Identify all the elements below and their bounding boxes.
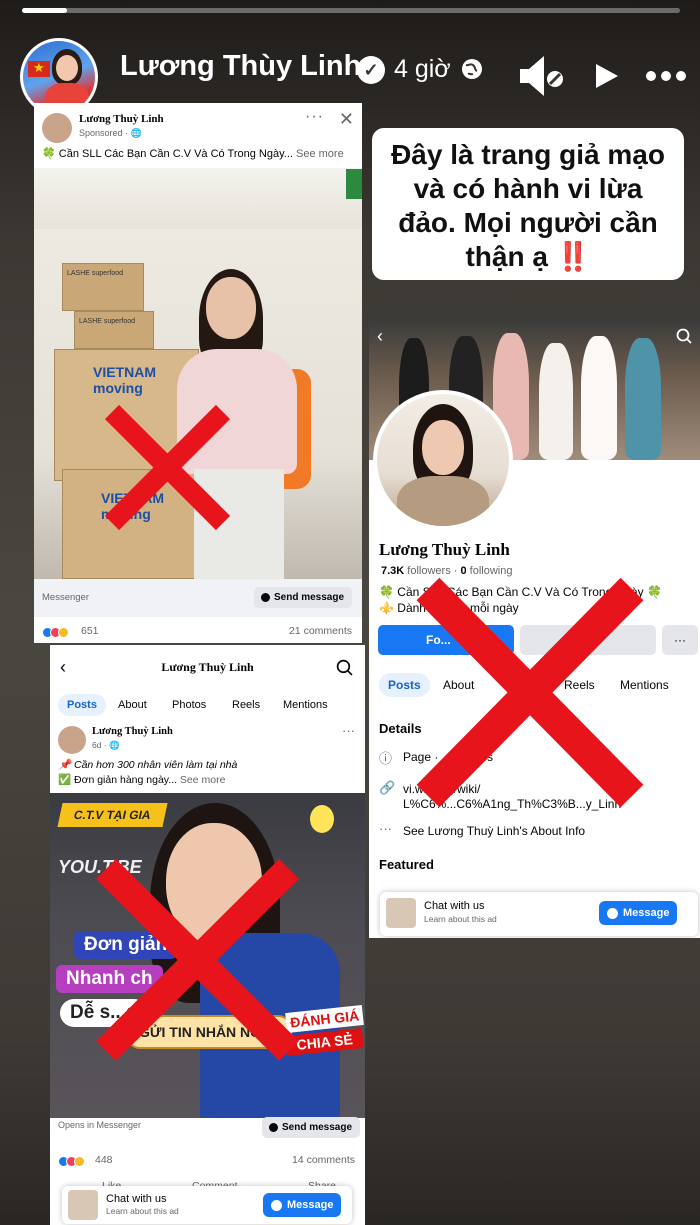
send-message-button: Send message — [262, 1117, 361, 1138]
sponsored-label: Sponsored · 🌐 — [79, 128, 142, 138]
post-meta: 6d · 🌐 — [92, 740, 120, 750]
warning-line-3: đảo. Mọi người cần — [398, 207, 658, 238]
tab-photos: Photos — [172, 699, 207, 711]
fake-ad-screenshot: Lương Thuỳ Linh Sponsored · 🌐 ··· ✕ 🍀 Cầ… — [34, 103, 362, 643]
search-icon — [676, 328, 692, 344]
reaction-icons — [58, 1154, 85, 1167]
more-options-icon[interactable] — [645, 70, 687, 82]
mute-icon[interactable] — [520, 52, 566, 100]
opens-in-messenger: Opens in Messenger — [58, 1120, 142, 1130]
tab-reels: Reels — [232, 699, 261, 711]
page-avatar — [42, 113, 72, 143]
reaction-icons — [42, 625, 69, 638]
comment-count: 14 comments — [291, 1154, 355, 1166]
tab-about: About — [118, 699, 147, 711]
ctv-banner: C.T.V TẠI GIA — [57, 803, 168, 827]
more-icon: ··· — [342, 723, 355, 738]
red-x-mark-icon — [104, 404, 231, 531]
chat-subtitle: Learn about this ad — [106, 1206, 179, 1216]
more-icon: ··· — [305, 108, 324, 125]
tab-posts: Posts — [58, 694, 106, 716]
chat-with-us-bar: Chat with us Learn about this ad Message — [380, 892, 698, 936]
post-author-avatar — [58, 726, 86, 754]
warning-text-bubble: Đây là trang giả mạo và có hành vi lừa đ… — [372, 128, 684, 280]
ad-thumbnail — [386, 898, 416, 928]
profile-picture — [373, 390, 513, 530]
story-time: 4 giờ — [394, 55, 451, 83]
chat-title: Chat with us — [106, 1193, 167, 1205]
post-page-title: Lương Thuỳ Linh — [161, 660, 254, 674]
page-name: Lương Thuỳ Linh — [79, 113, 164, 125]
search-icon — [336, 659, 353, 676]
chat-with-us-bar: Chat with us Learn about this ad Message — [62, 1186, 352, 1224]
more-dots-icon: ··· — [379, 821, 392, 836]
message-button: Message — [263, 1193, 342, 1217]
send-message-button: Send message — [254, 587, 353, 608]
play-icon[interactable] — [594, 62, 620, 90]
exit-sign — [346, 169, 362, 199]
post-line-1: 📌 Cần hơn 300 nhân viên làm tại nhà — [58, 759, 238, 771]
chat-title: Chat with us — [424, 900, 485, 912]
tab-mentions: Mentions — [283, 699, 328, 711]
author-name[interactable]: Lương Thùy Linh — [120, 50, 361, 83]
back-icon: ‹ — [377, 326, 383, 346]
message-button: Message — [599, 901, 678, 925]
info-icon: ⓘ — [379, 751, 393, 766]
warning-line-1: Đây là trang giả mạo — [391, 139, 665, 170]
verified-badge-icon: ✓ — [357, 56, 385, 84]
close-icon: ✕ — [338, 109, 354, 129]
red-x-mark-icon — [416, 577, 644, 808]
featured-heading: Featured — [379, 857, 434, 872]
post-line-2: ✅ Đơn giản hàng ngày... See more — [58, 774, 226, 786]
warning-line-2: và có hành vi lừa — [413, 173, 643, 204]
profile-name: Lương Thuỳ Linh — [379, 540, 510, 559]
comment-count: 21 comments — [288, 625, 352, 637]
post-author: Lương Thuỳ Linh — [92, 726, 173, 737]
ad-thumbnail — [68, 1190, 98, 1220]
link-icon: 🔗 — [379, 780, 396, 795]
chat-subtitle: Learn about this ad — [424, 914, 497, 924]
reaction-count: 651 — [81, 625, 99, 637]
vietnam-flag-icon — [28, 60, 50, 77]
red-x-mark-icon — [96, 859, 299, 1061]
lightbulb-icon — [310, 805, 334, 833]
warning-line-4: thận ạ ‼️ — [465, 241, 591, 272]
globe-icon — [462, 59, 482, 79]
profile-more-button: ··· — [662, 625, 698, 655]
reaction-count: 448 — [95, 1154, 113, 1166]
ad-text: 🍀 Cần SLL Các Bạn Cần C.V Và Có Trong Ng… — [42, 148, 344, 160]
messenger-label: Messenger — [42, 592, 89, 603]
story-progress-bar — [22, 8, 680, 13]
about-info-link: See Lương Thuỳ Linh's About Info — [403, 824, 586, 838]
